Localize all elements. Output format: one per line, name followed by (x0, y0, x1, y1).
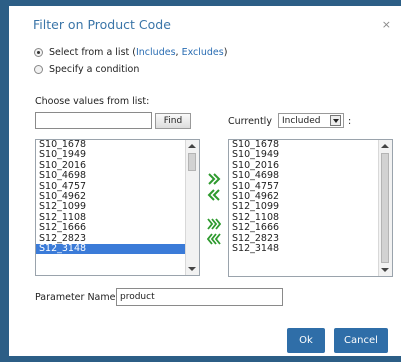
scroll-down-icon[interactable] (381, 268, 389, 272)
radio-select-list[interactable] (34, 48, 43, 57)
list-item[interactable]: S12_1108 (229, 213, 378, 223)
list-item[interactable]: S10_4757 (36, 182, 185, 192)
list-item[interactable]: S10_4962 (36, 192, 185, 202)
dialog-title: Filter on Product Code (33, 17, 171, 32)
includes-link[interactable]: Includes (136, 47, 176, 58)
scroll-down-icon[interactable] (188, 267, 196, 271)
list-item[interactable]: S12_1099 (229, 202, 378, 212)
search-input[interactable] (35, 112, 152, 129)
scroll-up-icon[interactable] (188, 144, 196, 148)
currently-colon: : (348, 116, 352, 127)
chevron-down-icon[interactable] (330, 115, 341, 126)
triple-chevron-left-icon[interactable] (207, 232, 221, 246)
list-item[interactable]: S12_3148 (229, 244, 378, 254)
list-item[interactable]: S12_2823 (229, 234, 378, 244)
list-item[interactable]: S10_1678 (36, 140, 185, 150)
list-item[interactable]: S10_1949 (36, 150, 185, 160)
list-item[interactable]: S10_1678 (229, 140, 378, 150)
available-items: S10_1678 S10_1949 S10_2016 S10_4698 S10_4757… (36, 140, 185, 255)
list-item[interactable]: S12_1666 (229, 223, 378, 233)
current-values-list[interactable]: S10_1678 S10_1949 S10_2016 S10_4698 S10_4757… (228, 139, 393, 277)
include-mode-select[interactable]: Included (278, 113, 344, 128)
ok-button[interactable]: Ok (287, 328, 325, 353)
list-item[interactable]: S10_4698 (229, 171, 378, 181)
filter-dialog: Filter on Product Code × Select from a l… (9, 6, 401, 356)
parameter-name-label: Parameter Name: (35, 292, 119, 303)
available-scrollbar[interactable] (185, 140, 199, 275)
option-condition-label: Specify a condition (49, 64, 140, 75)
current-items: S10_1678 S10_1949 S10_2016 S10_4698 S10_4757… (229, 140, 378, 254)
excludes-link[interactable]: Excludes (182, 47, 224, 58)
list-item[interactable]: S12_1666 (36, 223, 185, 233)
include-mode-value: Included (282, 115, 321, 126)
double-chevron-left-icon[interactable] (207, 188, 221, 202)
list-item[interactable]: S10_2016 (36, 161, 185, 171)
current-scrollbar[interactable] (378, 140, 392, 276)
list-item[interactable]: S12_1108 (36, 213, 185, 223)
list-item[interactable]: S10_4698 (36, 171, 185, 181)
cancel-button[interactable]: Cancel (334, 328, 388, 353)
close-icon[interactable]: × (382, 18, 391, 31)
scroll-thumb[interactable] (381, 153, 389, 263)
currently-label: Currently (228, 116, 272, 127)
list-item[interactable]: S10_4757 (229, 182, 378, 192)
scroll-thumb[interactable] (188, 153, 196, 171)
list-item[interactable]: S10_1949 (229, 150, 378, 160)
list-item[interactable]: S10_4962 (229, 192, 378, 202)
double-chevron-right-icon[interactable] (207, 172, 221, 186)
option-specify-condition[interactable]: Specify a condition (34, 64, 139, 75)
list-item[interactable]: S12_2823 (36, 234, 185, 244)
available-values-list[interactable]: S10_1678 S10_1949 S10_2016 S10_4698 S10_4757… (35, 139, 200, 276)
list-item[interactable]: S12_1099 (36, 202, 185, 212)
choose-values-label: Choose values from list: (35, 96, 150, 107)
option-list-text: Select from a list (Includes, Excludes) (49, 47, 228, 58)
parameter-name-input[interactable] (116, 288, 283, 306)
list-item[interactable]: S12_3148 (36, 243, 185, 255)
scroll-up-icon[interactable] (381, 144, 389, 148)
list-item[interactable]: S10_2016 (229, 161, 378, 171)
find-button[interactable]: Find (155, 113, 191, 129)
radio-specify-condition[interactable] (34, 65, 43, 74)
triple-chevron-right-icon[interactable] (207, 217, 221, 231)
option-select-from-list[interactable]: Select from a list (Includes, Excludes) (34, 47, 227, 58)
